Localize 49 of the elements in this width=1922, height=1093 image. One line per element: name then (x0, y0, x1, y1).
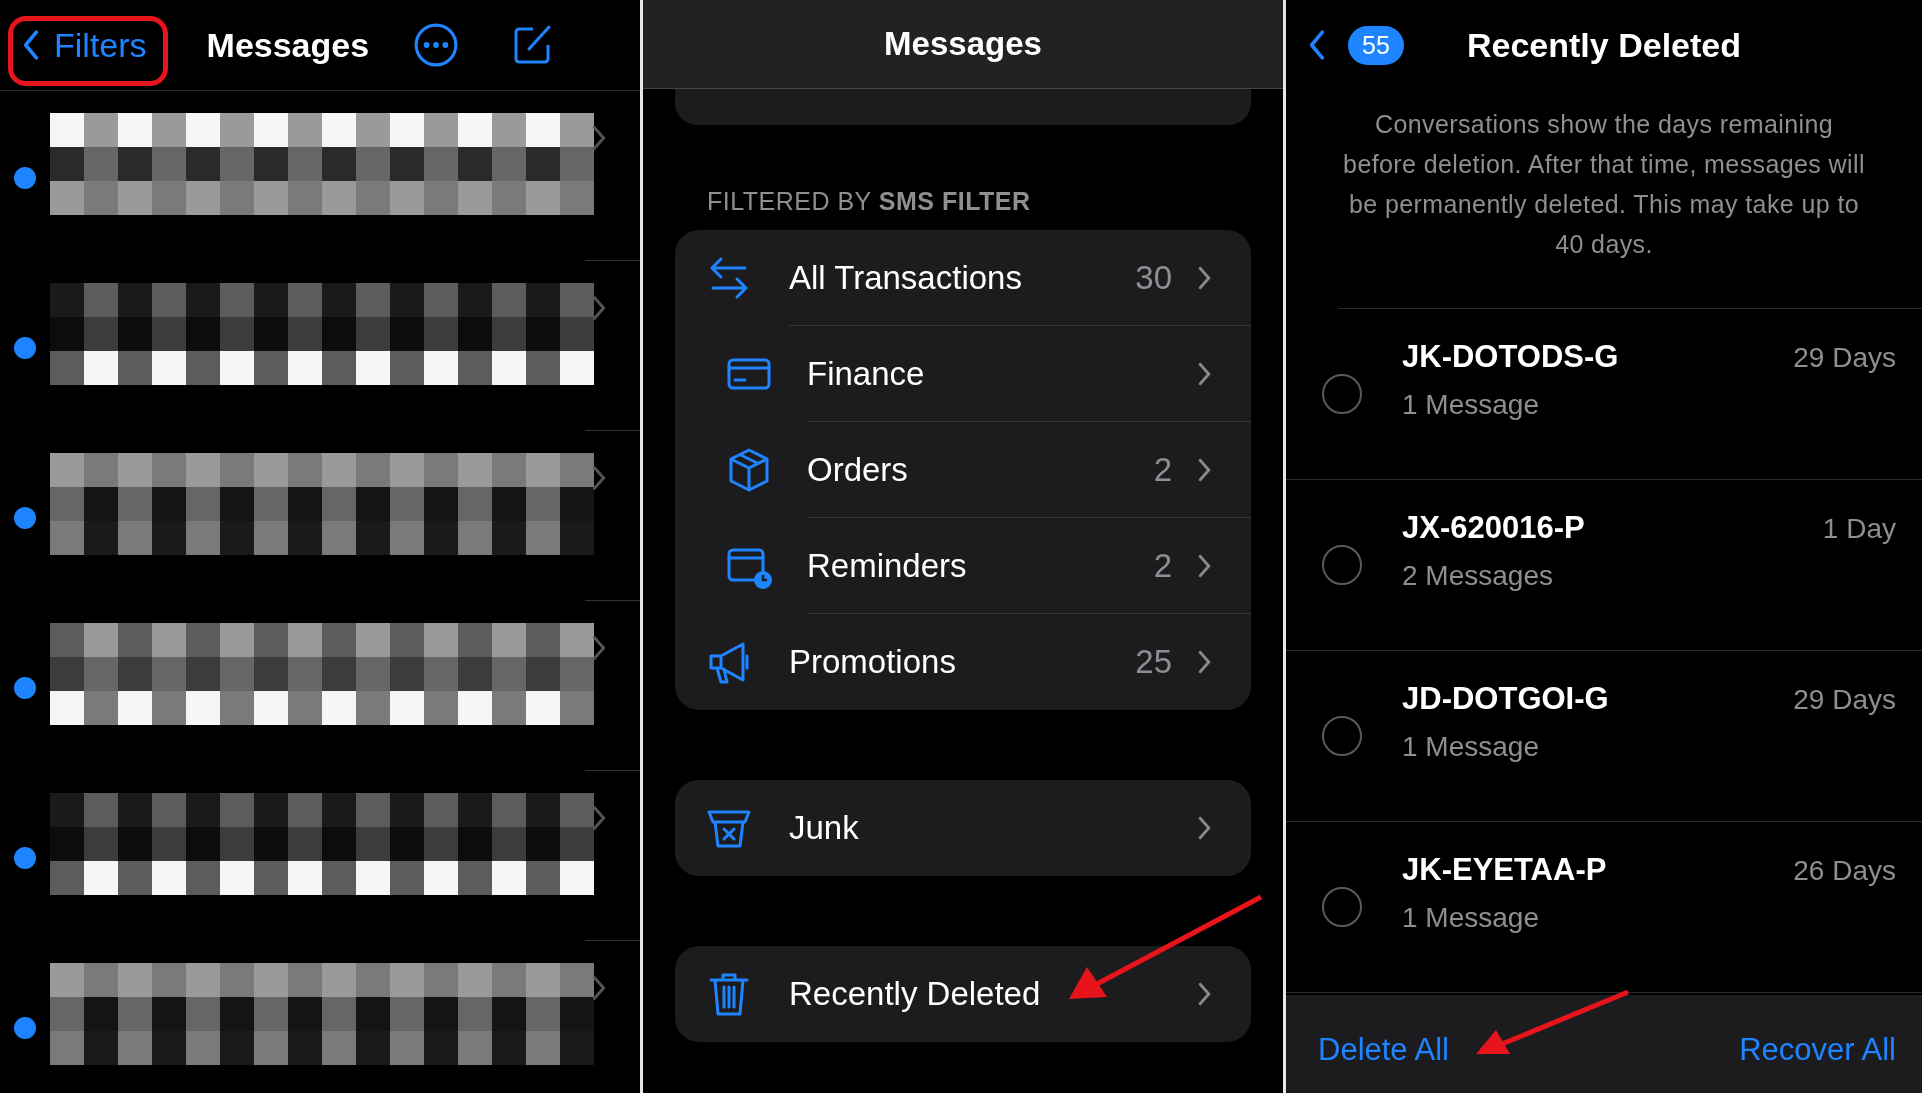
sender-name: JK-DOTODS-G (1402, 339, 1619, 375)
filter-item[interactable]: All Transactions 30 (675, 230, 1251, 326)
recently-deleted-item[interactable]: Recently Deleted (675, 946, 1251, 1042)
message-count: 2 Messages (1402, 560, 1554, 592)
count-badge: 55 (1348, 25, 1404, 65)
chevron-right-icon (592, 465, 606, 491)
chevron-left-icon (1308, 29, 1326, 61)
days-remaining: 26 Days (1793, 855, 1896, 887)
days-remaining: 1 Day (1822, 513, 1896, 545)
more-icon[interactable] (413, 22, 460, 68)
message-count: 1 Message (1402, 902, 1540, 934)
chevron-right-icon (592, 805, 606, 831)
chevron-right-icon (592, 125, 606, 151)
filter-item[interactable]: Promotions 25 (675, 614, 1251, 710)
chevron-left-icon (22, 29, 40, 61)
chevron-right-icon (592, 295, 606, 321)
message-count: 1 Message (1402, 389, 1540, 421)
delete-all-button[interactable]: Delete All (1318, 1032, 1449, 1068)
screen-title: Messages (206, 25, 370, 65)
chevron-right-icon (1198, 982, 1211, 1006)
chevron-right-icon (1198, 650, 1211, 674)
select-radio[interactable] (1322, 545, 1362, 585)
chevron-right-icon (592, 975, 606, 1001)
screen-title: Messages (884, 25, 1042, 63)
chevron-right-icon (1198, 266, 1211, 290)
days-remaining: 29 Days (1793, 342, 1896, 374)
select-radio[interactable] (1322, 887, 1362, 927)
back-button[interactable]: Filters (18, 19, 151, 71)
message-count: 1 Message (1402, 731, 1540, 763)
description-text: Conversations show the days remaining before deletion. After that time, messages will be permanently deleted. This may take up to 40 days. (1342, 109, 1866, 260)
junk-item[interactable]: Junk (675, 780, 1251, 876)
sender-name: JD-DOTGOI-G (1402, 681, 1609, 717)
select-radio[interactable] (1322, 374, 1362, 414)
section-header: FILTERED BY SMS FILTER (707, 187, 1032, 216)
sender-name: JX-620016-P (1402, 510, 1585, 546)
recover-all-button[interactable]: Recover All (1739, 1032, 1896, 1068)
filter-item[interactable]: Reminders 2 (675, 518, 1251, 614)
chevron-right-icon (1198, 362, 1211, 386)
sender-name: JK-EYETAA-P (1402, 852, 1607, 888)
select-radio[interactable] (1322, 716, 1362, 756)
chevron-right-icon (1198, 458, 1211, 482)
chevron-right-icon (592, 635, 606, 661)
filter-item[interactable]: Finance (675, 326, 1251, 422)
filter-item[interactable]: Orders 2 (675, 422, 1251, 518)
chevron-right-icon (1198, 816, 1211, 840)
days-remaining: 29 Days (1793, 684, 1896, 716)
back-button[interactable] (1308, 29, 1326, 61)
chevron-right-icon (1198, 554, 1211, 578)
screen-title: Recently Deleted (1467, 25, 1741, 65)
